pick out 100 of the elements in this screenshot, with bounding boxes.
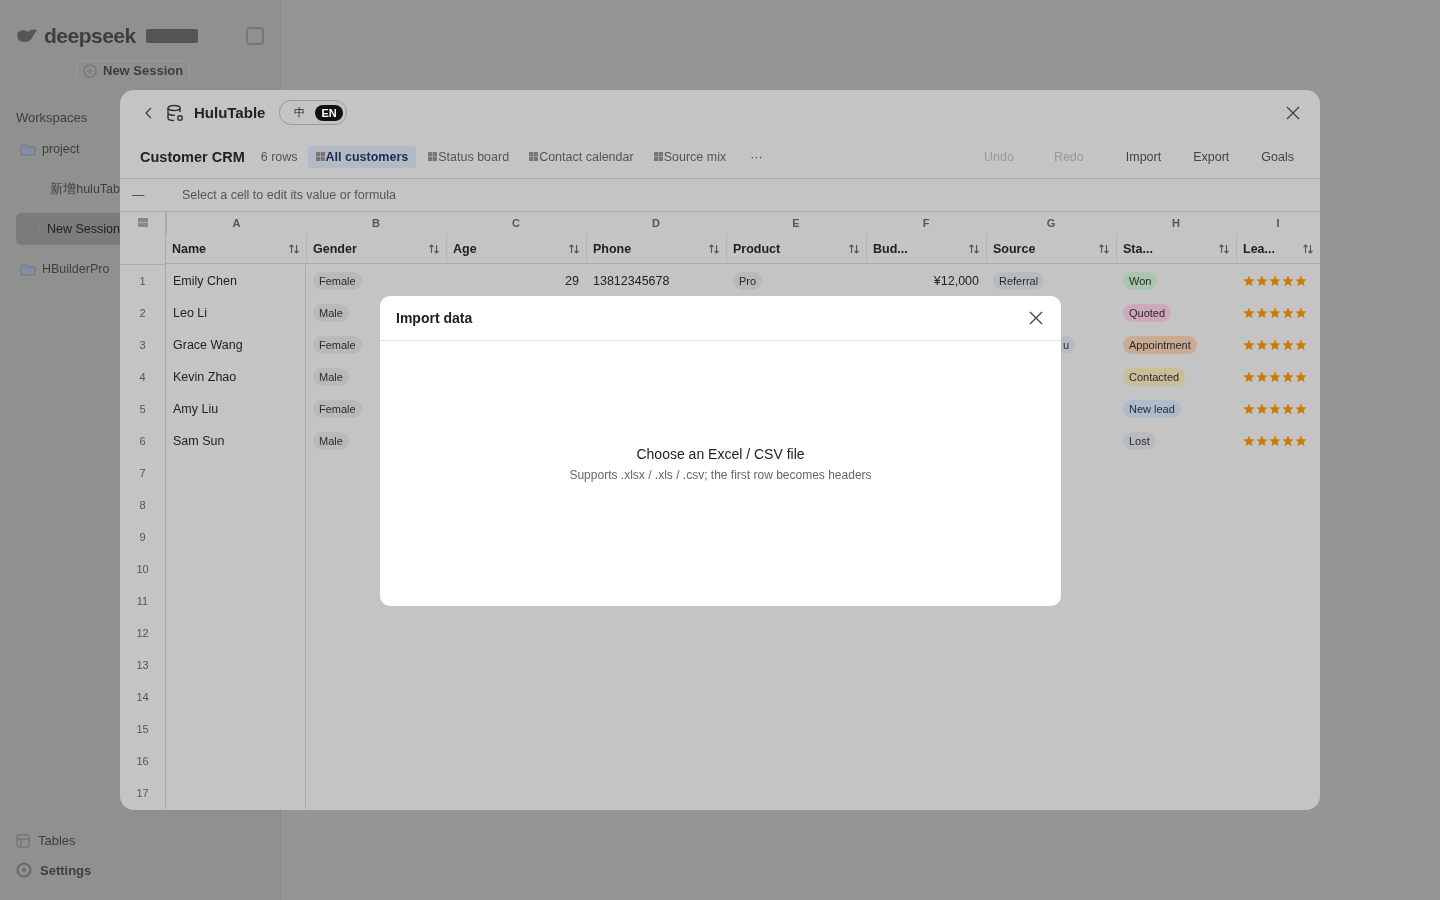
column-header[interactable]: Bud... (866, 234, 986, 264)
star-icon (1256, 371, 1268, 383)
row-count: 6 rows (260, 149, 298, 164)
new-session-button[interactable]: New Session (76, 60, 191, 80)
column-header[interactable]: Phone (586, 234, 726, 264)
column-header[interactable]: Product (726, 234, 866, 264)
star-icon (1256, 275, 1268, 287)
column-letter: B (371, 216, 381, 231)
view-tab[interactable]: All customers (307, 145, 417, 168)
file-format-hint: Supports .xlsx / .xls / .csv; the first row becomes headers (569, 467, 872, 482)
sort-icon[interactable] (288, 242, 300, 255)
column-letter: I (1275, 216, 1281, 231)
grid-icon (529, 152, 539, 161)
table-cell: Sam Sun (173, 434, 225, 448)
column-header[interactable]: Lea... (1236, 234, 1320, 264)
gender-tag: Female (313, 400, 362, 418)
star-icon (1282, 403, 1294, 415)
language-option[interactable]: EN (315, 104, 343, 121)
row-number: 15 (120, 713, 166, 745)
table-cell: ¥12,000 (933, 274, 979, 288)
formula-input[interactable]: Select a cell to edit its value or formula (180, 187, 1320, 203)
gender-tag: Female (313, 336, 362, 354)
sidebar-item[interactable]: HBuilderPro (16, 253, 120, 285)
section-label: Workspaces (16, 110, 88, 125)
app-title: HuluTable (194, 104, 266, 121)
sort-icon[interactable] (968, 242, 980, 255)
sidebar-toggle-icon[interactable] (246, 27, 264, 45)
dialog-close-button[interactable] (1029, 311, 1043, 325)
view-tab[interactable]: Contact calendar (521, 145, 642, 168)
table-cell: Emily Chen (173, 274, 237, 288)
column-header[interactable]: Gender (306, 234, 446, 264)
star-icon (1295, 371, 1307, 383)
view-tab[interactable]: Status board (420, 145, 518, 168)
status-tag: Won (1123, 272, 1158, 290)
sidebar-item[interactable]: New Session (16, 213, 120, 245)
row-number: 17 (120, 777, 166, 809)
table-cell: Kevin Zhao (173, 370, 237, 384)
table-cell: 29 (565, 274, 579, 288)
sort-icon[interactable] (708, 242, 720, 255)
row-number: 13 (120, 649, 166, 681)
toolbar-button[interactable]: Export (1187, 145, 1236, 168)
star-icon (1243, 371, 1255, 383)
gender-tag: Male (313, 368, 349, 386)
status-tag: Appointment (1123, 336, 1197, 354)
whale-logo-icon (16, 28, 38, 44)
sort-icon[interactable] (428, 242, 440, 255)
language-option[interactable]: 中 (288, 103, 312, 122)
star-icon (1282, 435, 1294, 447)
cell-reference: — (131, 188, 146, 202)
close-button[interactable] (1286, 105, 1300, 120)
row-number: 11 (120, 585, 166, 617)
row-number: 4 (120, 361, 166, 393)
row-number: 10 (120, 553, 166, 585)
sidebar-item[interactable]: 新增huluTab (16, 173, 120, 205)
sidebar-item[interactable]: project (16, 133, 120, 165)
row-number: 7 (120, 457, 166, 489)
row-number: 3 (120, 329, 166, 361)
star-icon (1269, 371, 1281, 383)
sidebar-link[interactable]: Tables (16, 833, 92, 848)
column-letter: E (791, 216, 801, 231)
row-number: 14 (120, 681, 166, 713)
column-header[interactable]: Name (166, 234, 306, 264)
star-icon (1269, 403, 1281, 415)
row-number: 6 (120, 425, 166, 457)
gender-tag: Female (313, 272, 362, 290)
dialog-title: Import data (396, 310, 473, 326)
status-tag: Lost (1123, 432, 1156, 450)
sort-icon[interactable] (848, 242, 860, 255)
star-icon (1282, 275, 1294, 287)
star-icon (1295, 307, 1307, 319)
gender-tag: Male (313, 304, 349, 322)
sidebar-link[interactable]: Settings (16, 862, 92, 878)
sort-icon[interactable] (568, 242, 580, 255)
star-icon (1269, 339, 1281, 351)
row-number: 1 (120, 265, 166, 297)
star-icon (1295, 403, 1307, 415)
star-icon (1256, 435, 1268, 447)
star-icon (1243, 307, 1255, 319)
row-number: 12 (120, 617, 166, 649)
column-letter: D (651, 216, 661, 231)
row-number: 5 (120, 393, 166, 425)
column-letter: C (511, 216, 521, 231)
view-tab[interactable]: Source mix (645, 145, 735, 168)
sort-icon[interactable] (1218, 242, 1230, 255)
file-chooser-heading[interactable]: Choose an Excel / CSV file (636, 445, 805, 462)
row-number: 16 (120, 745, 166, 777)
product-tag: Pro (733, 272, 763, 290)
toolbar-button[interactable]: Import (1119, 145, 1168, 168)
more-button[interactable]: ··· (744, 145, 769, 168)
star-icon (1282, 371, 1294, 383)
column-header[interactable]: Age (446, 234, 586, 264)
sort-icon[interactable] (1098, 242, 1110, 255)
star-icon (1282, 307, 1294, 319)
column-letter: A (166, 212, 306, 234)
star-icon (1295, 275, 1307, 287)
column-header[interactable]: Sta... (1116, 234, 1236, 264)
sort-icon[interactable] (1302, 242, 1314, 255)
toolbar-button[interactable]: Goals (1255, 145, 1300, 168)
column-header[interactable]: Source (986, 234, 1116, 264)
row-number: 8 (120, 489, 166, 521)
